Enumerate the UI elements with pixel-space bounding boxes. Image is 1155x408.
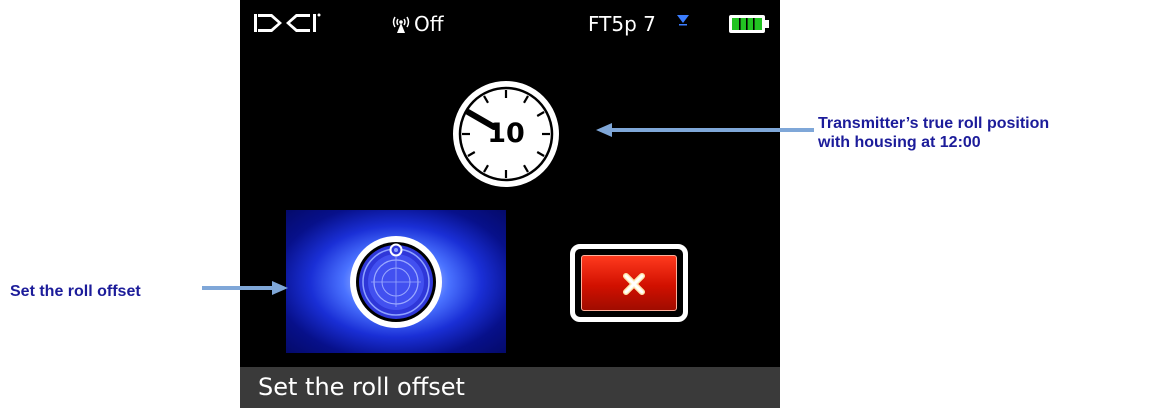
telemetry-status-label: Off	[414, 12, 444, 36]
arrow-left-icon	[596, 123, 814, 137]
roll-value: 10	[487, 118, 525, 149]
footer-label: Set the roll offset	[258, 373, 465, 401]
roll-offset-icon	[350, 236, 442, 328]
antenna-icon	[392, 16, 410, 33]
dci-logo	[254, 13, 321, 32]
close-icon	[623, 273, 645, 295]
frequency-channel-label: FT5p 7	[588, 12, 656, 36]
true-roll-annotation-line1: Transmitter’s true roll position	[818, 115, 1050, 132]
battery-icon	[729, 15, 769, 33]
true-roll-annotation-line2: with housing at 12:00	[818, 134, 981, 151]
device-screen: Off FT5p 7 10 Set the roll offset	[240, 0, 780, 408]
set-roll-annotation: Set the roll offset	[10, 283, 141, 300]
cancel-button[interactable]	[570, 244, 688, 322]
arrow-right-icon	[202, 281, 288, 295]
true-roll-annotation: Transmitter’s true roll position with ho…	[818, 114, 1148, 152]
signal-down-arrow-icon	[677, 15, 689, 26]
cancel-button-face	[581, 255, 677, 311]
footer-bar: Set the roll offset	[240, 367, 780, 408]
set-roll-offset-button[interactable]	[286, 210, 506, 353]
status-bar: Off FT5p 7	[240, 0, 780, 44]
telemetry-status: Off	[390, 13, 444, 35]
